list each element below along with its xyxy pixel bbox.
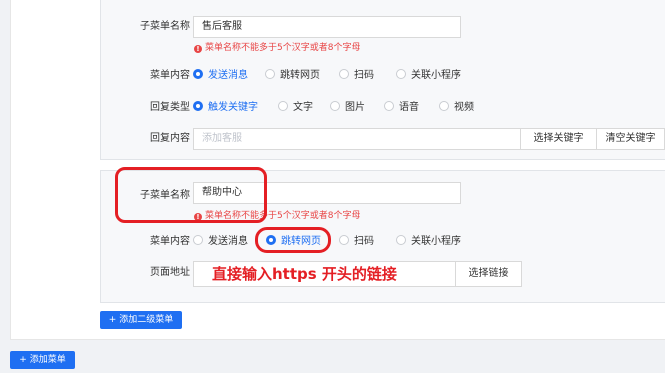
radio-icon xyxy=(278,101,288,111)
radio-selected-icon xyxy=(193,101,203,111)
radio-icon xyxy=(396,69,406,79)
submenu-name-error: ! 菜单名称不能多于5个汉字或者8个字母 xyxy=(194,42,360,54)
menu-content-label: 菜单内容 xyxy=(150,70,190,81)
radio-mini-program[interactable]: 关联小程序 xyxy=(396,69,461,83)
radio-icon xyxy=(339,69,349,79)
error-icon: ! xyxy=(194,45,202,53)
radio-icon xyxy=(439,101,449,111)
select-link-button[interactable]: 选择链接 xyxy=(455,261,522,287)
radio-scan-code[interactable]: 扫码 xyxy=(339,69,374,83)
radio-mini-program[interactable]: 关联小程序 xyxy=(396,235,461,249)
reply-type-label: 回复类型 xyxy=(150,102,190,113)
radio-video[interactable]: 视频 xyxy=(439,101,474,115)
clear-keyword-button[interactable]: 清空关键字 xyxy=(596,128,665,150)
submenu-name-label: 子菜单名称 xyxy=(140,21,190,32)
add-menu-button[interactable]: + 添加菜单 xyxy=(10,351,75,369)
add-secondary-menu-button[interactable]: + 添加二级菜单 xyxy=(100,311,182,329)
menu-content-label: 菜单内容 xyxy=(150,236,190,247)
url-annotation-text: 直接输入https 开头的链接 xyxy=(212,265,397,283)
radio-icon xyxy=(193,235,203,245)
radio-icon xyxy=(339,235,349,245)
radio-text[interactable]: 文字 xyxy=(278,101,313,115)
radio-jump-webpage[interactable]: 跳转网页 xyxy=(265,69,320,83)
radio-icon xyxy=(330,101,340,111)
page-url-label: 页面地址 xyxy=(150,267,190,278)
annotation-box-submenu-name xyxy=(115,167,267,223)
reply-content-label: 回复内容 xyxy=(150,133,190,144)
radio-scan-code[interactable]: 扫码 xyxy=(339,235,374,249)
radio-trigger-keyword[interactable]: 触发关键字 xyxy=(193,101,258,115)
select-keyword-button[interactable]: 选择关键字 xyxy=(520,128,597,150)
radio-send-message[interactable]: 发送消息 xyxy=(193,69,248,83)
radio-icon xyxy=(384,101,394,111)
annotation-box-jump-webpage xyxy=(255,227,331,253)
radio-send-message[interactable]: 发送消息 xyxy=(193,235,248,249)
radio-icon xyxy=(396,235,406,245)
radio-image[interactable]: 图片 xyxy=(330,101,365,115)
radio-voice[interactable]: 语音 xyxy=(384,101,419,115)
radio-icon xyxy=(265,69,275,79)
radio-selected-icon xyxy=(193,69,203,79)
reply-content-input[interactable]: 添加客服 xyxy=(193,128,521,150)
submenu-name-input[interactable]: 售后客服 xyxy=(193,16,461,38)
